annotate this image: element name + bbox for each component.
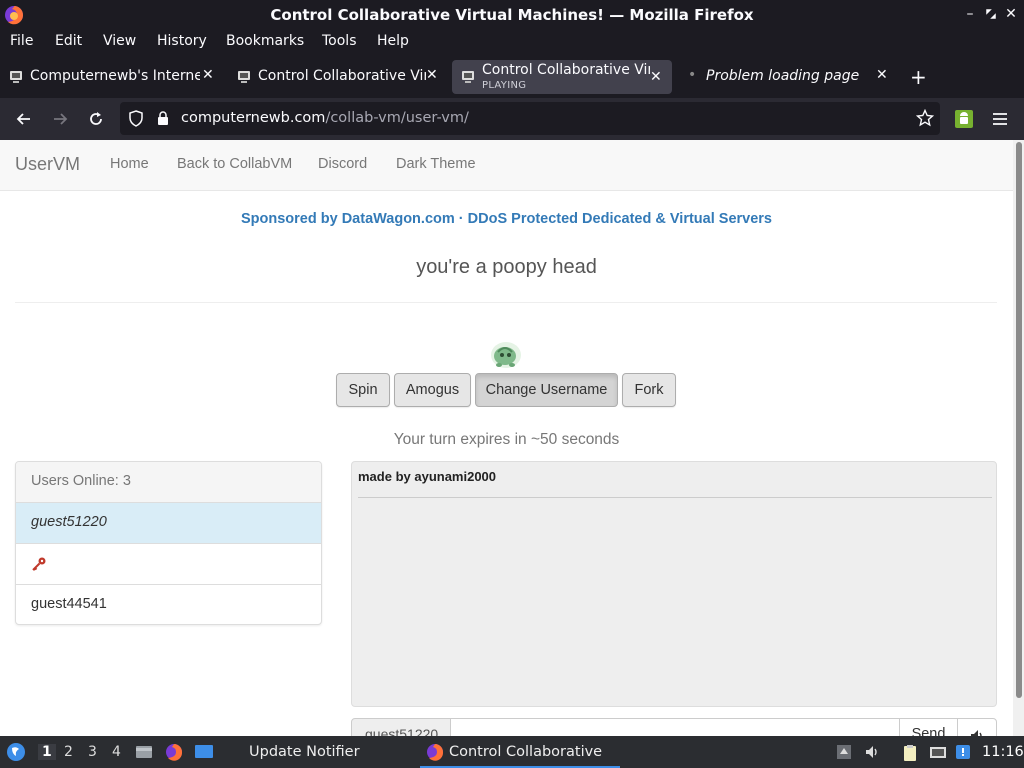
updates-icon[interactable] [955,744,971,760]
menu-view[interactable]: View [103,33,136,49]
desktop-icon[interactable] [194,743,214,761]
workspace-3[interactable]: 3 [88,744,97,760]
fork-button[interactable]: Fork [622,373,676,407]
back-icon[interactable] [14,109,34,129]
address-bar[interactable]: computernewb.com/collab-vm/user-vm/ [120,102,940,135]
chat-message: made by ayunami2000 [358,469,497,484]
menu-help[interactable]: Help [377,33,409,49]
amogus-button[interactable]: Amogus [394,373,471,407]
url-domain: computernewb.com [181,110,326,126]
menu-bar: File Edit View History Bookmarks Tools H… [0,30,1024,54]
computer-icon [238,71,250,83]
tab-problem-loading[interactable]: • Problem loading page ✕ [680,60,890,94]
scrollbar-thumb[interactable] [1016,142,1022,698]
forward-icon[interactable] [50,109,70,129]
shield-icon[interactable] [128,110,144,127]
hamburger-menu-icon[interactable] [991,110,1009,128]
menu-file[interactable]: File [10,33,33,49]
chat-username-label: guest51220 [351,718,451,736]
nav-dark-theme[interactable]: Dark Theme [396,156,476,172]
tab-computernewb[interactable]: Computernewb's Interne ✕ [0,60,220,94]
computer-icon [462,71,474,83]
turn-timer-text: Your turn expires in ~50 seconds [393,431,620,448]
desktop-taskbar: 1 2 3 4 Update Notifier Control Collabor… [0,736,1024,768]
change-username-button[interactable]: Change Username [475,373,618,407]
file-manager-icon[interactable] [135,743,153,761]
send-button[interactable]: Send [899,718,958,736]
tab-playing-label: PLAYING [482,80,527,91]
online-users-panel: Users Online: 3 guest51220 guest44541 [15,461,322,625]
tab-strip: Computernewb's Interne ✕ Control Collabo… [0,54,1024,98]
volume-tray-icon[interactable] [864,744,880,760]
close-tab-icon[interactable]: ✕ [426,67,438,83]
new-tab-icon[interactable]: + [910,65,927,89]
maximize-icon[interactable] [983,6,999,22]
sponsor-link[interactable]: Sponsored by DataWagon.com · DDoS Protec… [0,211,1013,227]
nav-toolbar: computernewb.com/collab-vm/user-vm/ [0,98,1024,140]
network-icon[interactable] [929,744,947,762]
tab-collabvm-1[interactable]: Control Collaborative Virt ✕ [228,60,446,94]
dot-icon: • [688,67,697,83]
extension-android-icon[interactable] [955,110,973,128]
window-titlebar: Control Collaborative Virtual Machines! … [0,0,1024,30]
task-update-notifier[interactable]: Update Notifier [249,744,360,760]
volume-button[interactable] [957,718,997,736]
tab-collabvm-playing[interactable]: Control Collaborative Virt PLAYING ✕ [452,60,672,94]
chat-panel: made by ayunami2000 [351,461,997,707]
key-icon [32,557,46,571]
task-firefox-active[interactable]: Control Collaborative ... [420,736,620,768]
lock-icon[interactable] [156,110,170,127]
divider [15,302,997,303]
page-content: UserVM Home Back to CollabVM Discord Dar… [0,140,1013,736]
user-row-guest[interactable]: guest44541 [16,585,321,624]
clipboard-icon[interactable] [901,744,919,762]
url-text[interactable]: computernewb.com/collab-vm/user-vm/ [181,110,469,126]
close-tab-icon[interactable]: ✕ [650,69,662,85]
volume-icon [971,730,982,736]
user-row-self[interactable]: guest51220 [16,503,321,544]
menu-tools[interactable]: Tools [322,33,357,49]
window-title: Control Collaborative Virtual Machines! … [270,6,754,24]
close-window-icon[interactable]: ✕ [1003,6,1019,22]
workspace-1[interactable]: 1 [38,744,56,760]
motd-text: you're a poopy head [416,256,597,278]
tray-arrow-icon[interactable] [836,744,852,760]
nav-back-to-collabvm[interactable]: Back to CollabVM [177,156,292,172]
url-path: /collab-vm/user-vm/ [325,110,469,126]
nav-home[interactable]: Home [110,156,149,172]
site-navbar: UserVM Home Back to CollabVM Discord Dar… [0,140,1013,191]
chat-input-group: guest51220 Send [351,718,997,736]
workspace-2[interactable]: 2 [64,744,73,760]
firefox-icon [427,744,444,761]
minimize-icon[interactable]: – [962,6,978,22]
chat-input[interactable] [450,718,900,736]
nav-discord[interactable]: Discord [318,156,367,172]
menu-history[interactable]: History [157,33,207,49]
bookmark-star-icon[interactable] [916,109,934,127]
workspace-4[interactable]: 4 [112,744,121,760]
computer-icon [10,71,22,83]
clock: 11:16 [982,744,1024,760]
menu-bookmarks[interactable]: Bookmarks [226,33,304,49]
firefox-launcher-icon[interactable] [165,743,183,761]
users-header: Users Online: 3 [16,462,321,503]
spin-button[interactable]: Spin [336,373,390,407]
user-row-admin[interactable] [16,544,321,585]
turtle-mascot-icon [491,342,521,368]
page-scrollbar[interactable] [1013,140,1024,736]
reload-icon[interactable] [86,109,106,129]
close-tab-icon[interactable]: ✕ [876,67,888,83]
start-menu-icon[interactable] [6,742,26,762]
menu-edit[interactable]: Edit [55,33,82,49]
site-brand[interactable]: UserVM [15,154,80,175]
close-tab-icon[interactable]: ✕ [202,67,214,83]
chat-divider [358,497,992,498]
